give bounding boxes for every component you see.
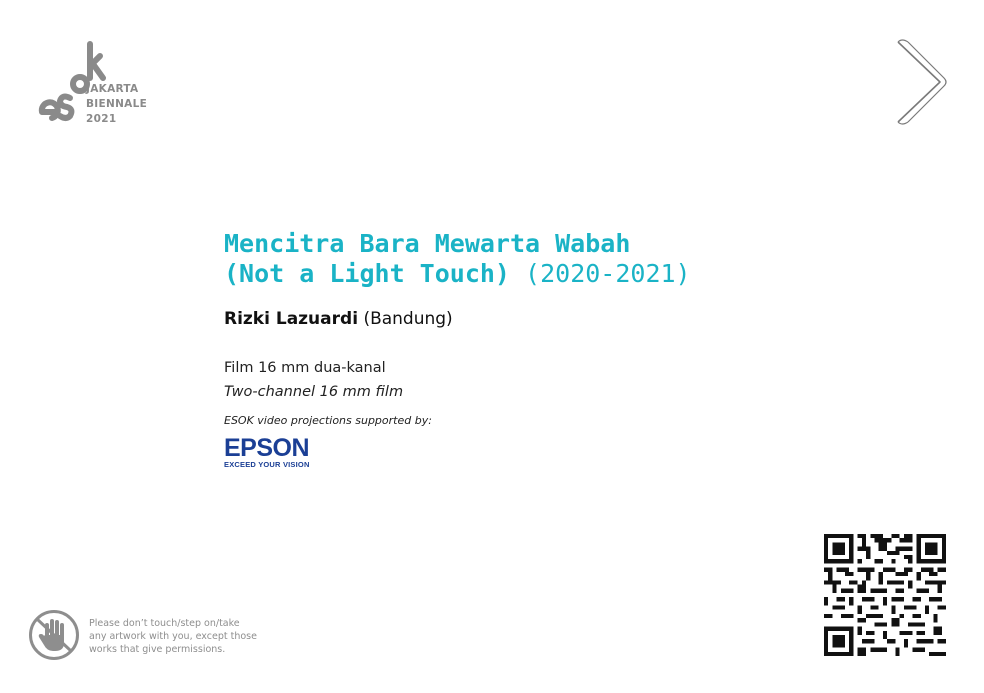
qr-code-icon[interactable] (824, 534, 946, 656)
notice-line1: Please don’t touch/step on/take (89, 618, 240, 629)
notice-line2: any artwork with you, except those (89, 631, 257, 642)
epson-logo: EPSON EXCEED YOUR VISION (224, 436, 310, 470)
artwork-title-line2: (Not a Light Touch) (2020-2021) (224, 259, 691, 289)
artwork-year: (2020-2021) (525, 259, 691, 288)
artist-city: (Bandung) (363, 309, 453, 329)
sponsor-credit: ESOK video projections supported by: (224, 414, 432, 427)
chevron-right-icon (897, 39, 947, 125)
artwork-title-line1: Mencitra Bara Mewarta Wabah (224, 229, 631, 258)
epson-tagline: EXCEED YOUR VISION (224, 460, 310, 469)
artwork-medium: Film 16 mm dua-kanal Two-channel 16 mm f… (224, 356, 403, 404)
artist: Rizki Lazuardi (Bandung) (224, 309, 453, 329)
artwork-title-english: (Not a Light Touch) (224, 259, 510, 288)
notice-line3: works that give permissions. (89, 644, 226, 655)
artist-name: Rizki Lazuardi (224, 309, 359, 329)
logo-line-jakarta: JAKARTA (86, 83, 139, 95)
artwork-title: Mencitra Bara Mewarta Wabah (Not a Light… (224, 229, 691, 289)
epson-wordmark: EPSON (224, 434, 310, 462)
next-button[interactable] (892, 38, 948, 126)
esok-logo: JAKARTA BIENNALE 2021 (36, 38, 156, 128)
medium-indonesian: Film 16 mm dua-kanal (224, 360, 386, 376)
logo-line-year: 2021 (86, 113, 117, 125)
logo-wordmark: JAKARTA BIENNALE 2021 (86, 82, 147, 127)
no-touch-notice: Please don’t touch/step on/take any artw… (89, 617, 279, 656)
no-touch-hand-icon (29, 610, 79, 660)
medium-english: Two-channel 16 mm film (224, 384, 404, 400)
logo-line-biennale: BIENNALE (86, 98, 148, 110)
